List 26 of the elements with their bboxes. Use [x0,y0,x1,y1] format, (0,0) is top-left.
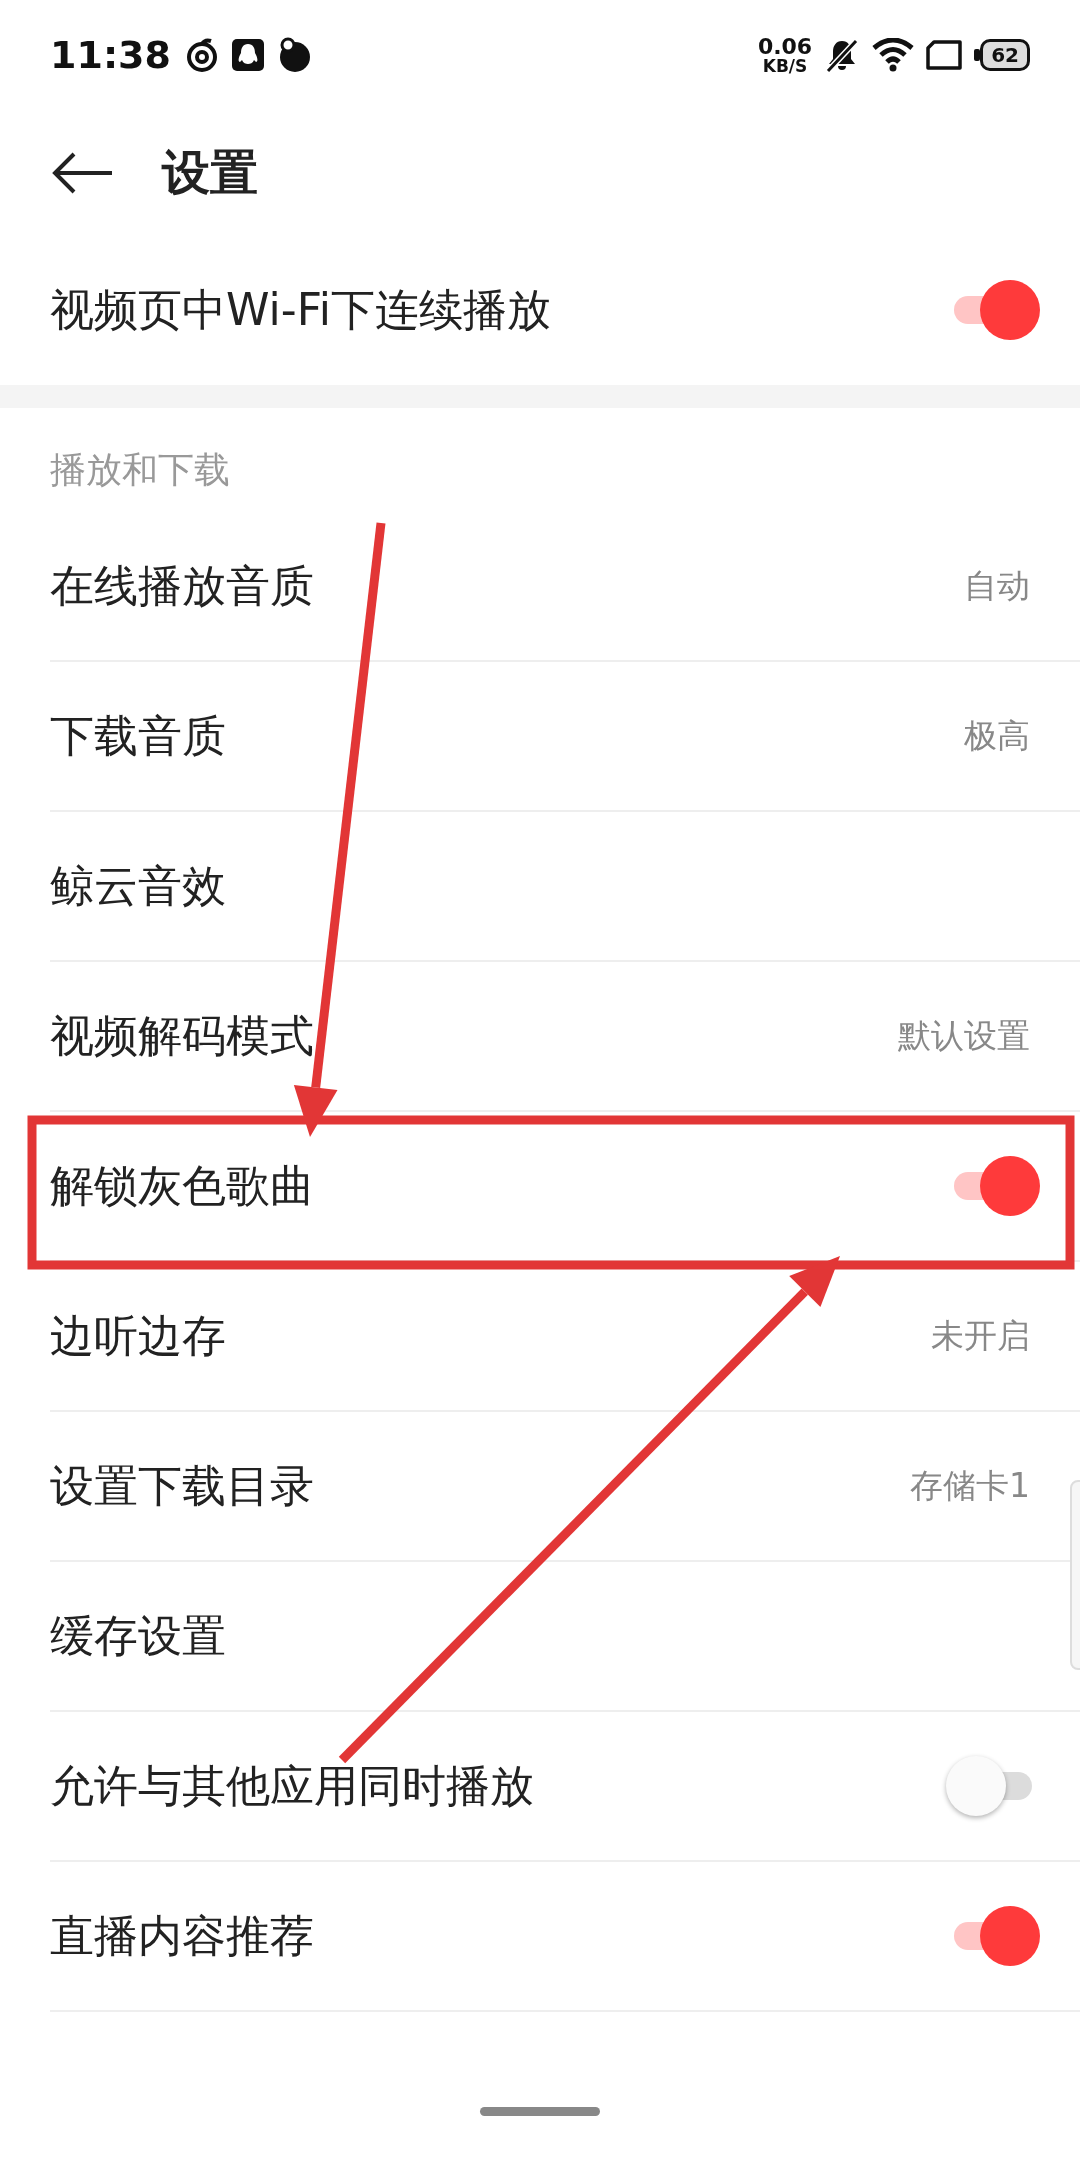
wifi-icon [872,38,915,72]
network-speed-unit: KB/S [762,57,808,75]
setting-label: 解锁灰色歌曲 [50,1158,314,1213]
page-title: 设置 [162,142,258,202]
setting-label: 在线播放音质 [50,558,314,613]
status-time: 11:38 [50,33,171,77]
setting-label: 设置下载目录 [50,1458,314,1513]
setting-value: 默认设置 [898,1014,1030,1057]
setting-label: 鲸云音效 [50,858,226,913]
setting-label: 边听边存 [50,1308,226,1363]
section-title: 播放和下载 [50,447,230,492]
setting-label: 下载音质 [50,708,226,763]
sim-card-icon [926,40,963,70]
back-arrow-icon[interactable] [52,150,114,195]
setting-label: 视频页中Wi-Fi下连续播放 [50,282,551,337]
setting-label: 直播内容推荐 [50,1908,314,1963]
network-speed: 0.06 [757,35,813,58]
swirl-icon [184,38,219,72]
penguin-icon [230,38,265,72]
setting-label: 缓存设置 [50,1608,226,1663]
setting-value: 自动 [964,564,1030,607]
setting-value: 存储卡1 [910,1464,1030,1507]
setting-value: 未开启 [931,1314,1030,1357]
setting-label: 视频解码模式 [50,1008,314,1063]
setting-label: 允许与其他应用同时播放 [50,1758,534,1813]
setting-value: 极高 [964,714,1030,757]
